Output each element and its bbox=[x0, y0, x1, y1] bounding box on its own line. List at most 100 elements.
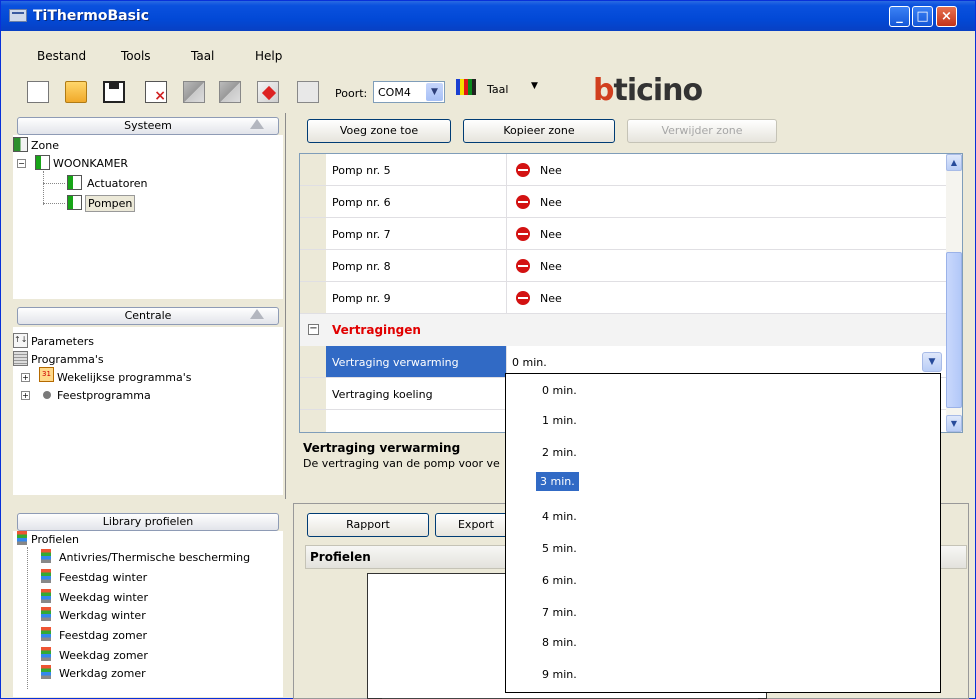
row-gutter bbox=[300, 154, 326, 185]
maximize-button[interactable]: □ bbox=[912, 6, 933, 27]
language-flag-icon bbox=[456, 79, 476, 95]
dropdown-option[interactable]: 9 min. bbox=[542, 668, 577, 681]
centrale-tree: ↑↓ Parameters Programma's + 31 Wekelijks… bbox=[13, 327, 283, 495]
scroll-down-icon[interactable]: ▼ bbox=[946, 415, 962, 432]
profile-item[interactable]: Weekdag zomer bbox=[59, 649, 148, 662]
rapport-button[interactable]: Rapport bbox=[307, 513, 429, 537]
grid-row[interactable]: Pomp nr. 8 Nee bbox=[300, 250, 948, 282]
tree-item-zone[interactable]: Zone bbox=[31, 139, 59, 152]
profiles-icon bbox=[17, 531, 27, 545]
scroll-up-icon[interactable]: ▲ bbox=[946, 154, 962, 171]
delete-document-icon[interactable] bbox=[145, 81, 167, 104]
dropdown-option[interactable]: 4 min. bbox=[542, 510, 577, 523]
poort-value: COM4 bbox=[378, 86, 411, 99]
open-folder-icon[interactable] bbox=[65, 81, 87, 103]
menu-help[interactable]: Help bbox=[255, 49, 282, 63]
poort-select[interactable]: COM4 ▼ bbox=[373, 81, 445, 103]
tree-connector-lib bbox=[27, 547, 28, 689]
profile-item[interactable]: Feestdag winter bbox=[59, 571, 147, 584]
tree-item-woonkamer[interactable]: WOONKAMER bbox=[53, 157, 128, 170]
disabled-tool-icon-2[interactable] bbox=[219, 81, 241, 103]
grid-scrollbar[interactable]: ▲ ▼ bbox=[946, 154, 962, 432]
profile-item[interactable]: Weekdag winter bbox=[59, 591, 148, 604]
centrale-header-label: Centrale bbox=[124, 309, 172, 322]
dropdown-arrow-icon: ▼ bbox=[531, 81, 538, 91]
expand-tree-icon-2[interactable]: + bbox=[21, 391, 30, 400]
profile-item[interactable]: Werkdag winter bbox=[59, 609, 146, 622]
tree-connector bbox=[43, 171, 44, 205]
library-panel-header[interactable]: Library profielen bbox=[17, 513, 279, 531]
title-bar: TiThermoBasic _ □ × bbox=[1, 1, 975, 31]
row-gutter bbox=[300, 250, 326, 281]
dropdown-option[interactable]: 5 min. bbox=[542, 542, 577, 555]
scroll-thumb[interactable] bbox=[946, 252, 962, 408]
systeem-header-label: Systeem bbox=[124, 119, 172, 132]
profile-item[interactable]: Antivries/Thermische bescherming bbox=[59, 551, 250, 564]
section-row-vertragingen[interactable]: − Vertragingen bbox=[300, 314, 948, 346]
tree-item-programmas[interactable]: Programma's bbox=[31, 353, 104, 366]
document-icon[interactable] bbox=[297, 81, 319, 103]
grid-row[interactable]: Pomp nr. 9 Nee bbox=[300, 282, 948, 314]
profile-icon bbox=[41, 569, 51, 583]
actuator-icon bbox=[67, 175, 82, 190]
app-icon bbox=[9, 9, 27, 22]
menu-tools[interactable]: Tools bbox=[121, 49, 151, 63]
menu-taal[interactable]: Taal bbox=[191, 49, 214, 63]
minutes-dropdown-list: 0 min. 1 min. 2 min. 3 min. 4 min. 5 min… bbox=[505, 373, 941, 693]
save-icon[interactable] bbox=[103, 81, 125, 103]
dropdown-option[interactable]: 2 min. bbox=[542, 446, 577, 459]
systeem-tree: Zone − WOONKAMER Actuatoren Pompen bbox=[13, 135, 283, 299]
tree-item-wekelijkse[interactable]: Wekelijkse programma's bbox=[57, 371, 191, 384]
menu-bestand[interactable]: Bestand bbox=[37, 49, 86, 63]
systeem-panel-header[interactable]: Systeem bbox=[17, 117, 279, 135]
splitter[interactable] bbox=[285, 113, 286, 499]
grid-row[interactable]: Pomp nr. 5 Nee bbox=[300, 154, 948, 186]
dropdown-option[interactable]: 7 min. bbox=[542, 606, 577, 619]
tree-item-pompen[interactable]: Pompen bbox=[85, 195, 136, 212]
delete-zone-button[interactable]: Verwijder zone bbox=[627, 119, 777, 143]
add-zone-button[interactable]: Voeg zone toe bbox=[307, 119, 451, 143]
collapse-tree-icon[interactable]: − bbox=[17, 159, 26, 168]
row-gutter bbox=[300, 282, 326, 313]
dropdown-option-selected[interactable]: 3 min. bbox=[536, 472, 579, 491]
collapse-section-icon[interactable]: − bbox=[308, 324, 319, 335]
copy-zone-button[interactable]: Kopieer zone bbox=[463, 119, 615, 143]
dropdown-option[interactable]: 1 min. bbox=[542, 414, 577, 427]
close-button[interactable]: × bbox=[936, 6, 957, 27]
row-label: Pomp nr. 6 bbox=[332, 196, 391, 209]
profile-item[interactable]: Werkdag zomer bbox=[59, 667, 146, 680]
row-label: Vertraging koeling bbox=[332, 388, 433, 401]
centrale-panel-header[interactable]: Centrale bbox=[17, 307, 279, 325]
calendar-icon: 31 bbox=[39, 367, 54, 382]
tree-item-profielen[interactable]: Profielen bbox=[31, 533, 79, 546]
tree-item-feestprogramma[interactable]: Feestprogramma bbox=[57, 389, 151, 402]
row-value: Nee bbox=[540, 196, 562, 209]
send-to-device-icon[interactable] bbox=[257, 81, 279, 103]
window-title: TiThermoBasic bbox=[33, 8, 150, 24]
zone-icon bbox=[13, 137, 28, 152]
column-separator bbox=[506, 154, 507, 185]
minimize-button[interactable]: _ bbox=[889, 6, 910, 27]
row-gutter bbox=[300, 218, 326, 249]
dropdown-option[interactable]: 0 min. bbox=[542, 384, 577, 397]
tree-item-actuatoren[interactable]: Actuatoren bbox=[87, 177, 147, 190]
poort-label: Poort: bbox=[335, 87, 368, 100]
profile-item[interactable]: Feestdag zomer bbox=[59, 629, 147, 642]
row-value: Nee bbox=[540, 292, 562, 305]
grid-row[interactable]: Pomp nr. 6 Nee bbox=[300, 186, 948, 218]
grid-row[interactable]: Pomp nr. 7 Nee bbox=[300, 218, 948, 250]
new-file-icon[interactable] bbox=[27, 81, 49, 103]
row-value: Nee bbox=[540, 164, 562, 177]
disabled-tool-icon[interactable] bbox=[183, 81, 205, 103]
no-entry-icon bbox=[516, 227, 530, 241]
app-window: TiThermoBasic _ □ × Bestand Tools Taal H… bbox=[0, 0, 976, 699]
expand-tree-icon[interactable]: + bbox=[21, 373, 30, 382]
minimize-icon: _ bbox=[896, 9, 903, 24]
dropdown-option[interactable]: 6 min. bbox=[542, 574, 577, 587]
maximize-icon: □ bbox=[916, 9, 929, 24]
tree-item-parameters[interactable]: Parameters bbox=[31, 335, 94, 348]
row-gutter bbox=[300, 410, 326, 432]
column-separator bbox=[506, 218, 507, 249]
chevron-down-icon[interactable]: ▼ bbox=[922, 352, 942, 372]
dropdown-option[interactable]: 8 min. bbox=[542, 636, 577, 649]
